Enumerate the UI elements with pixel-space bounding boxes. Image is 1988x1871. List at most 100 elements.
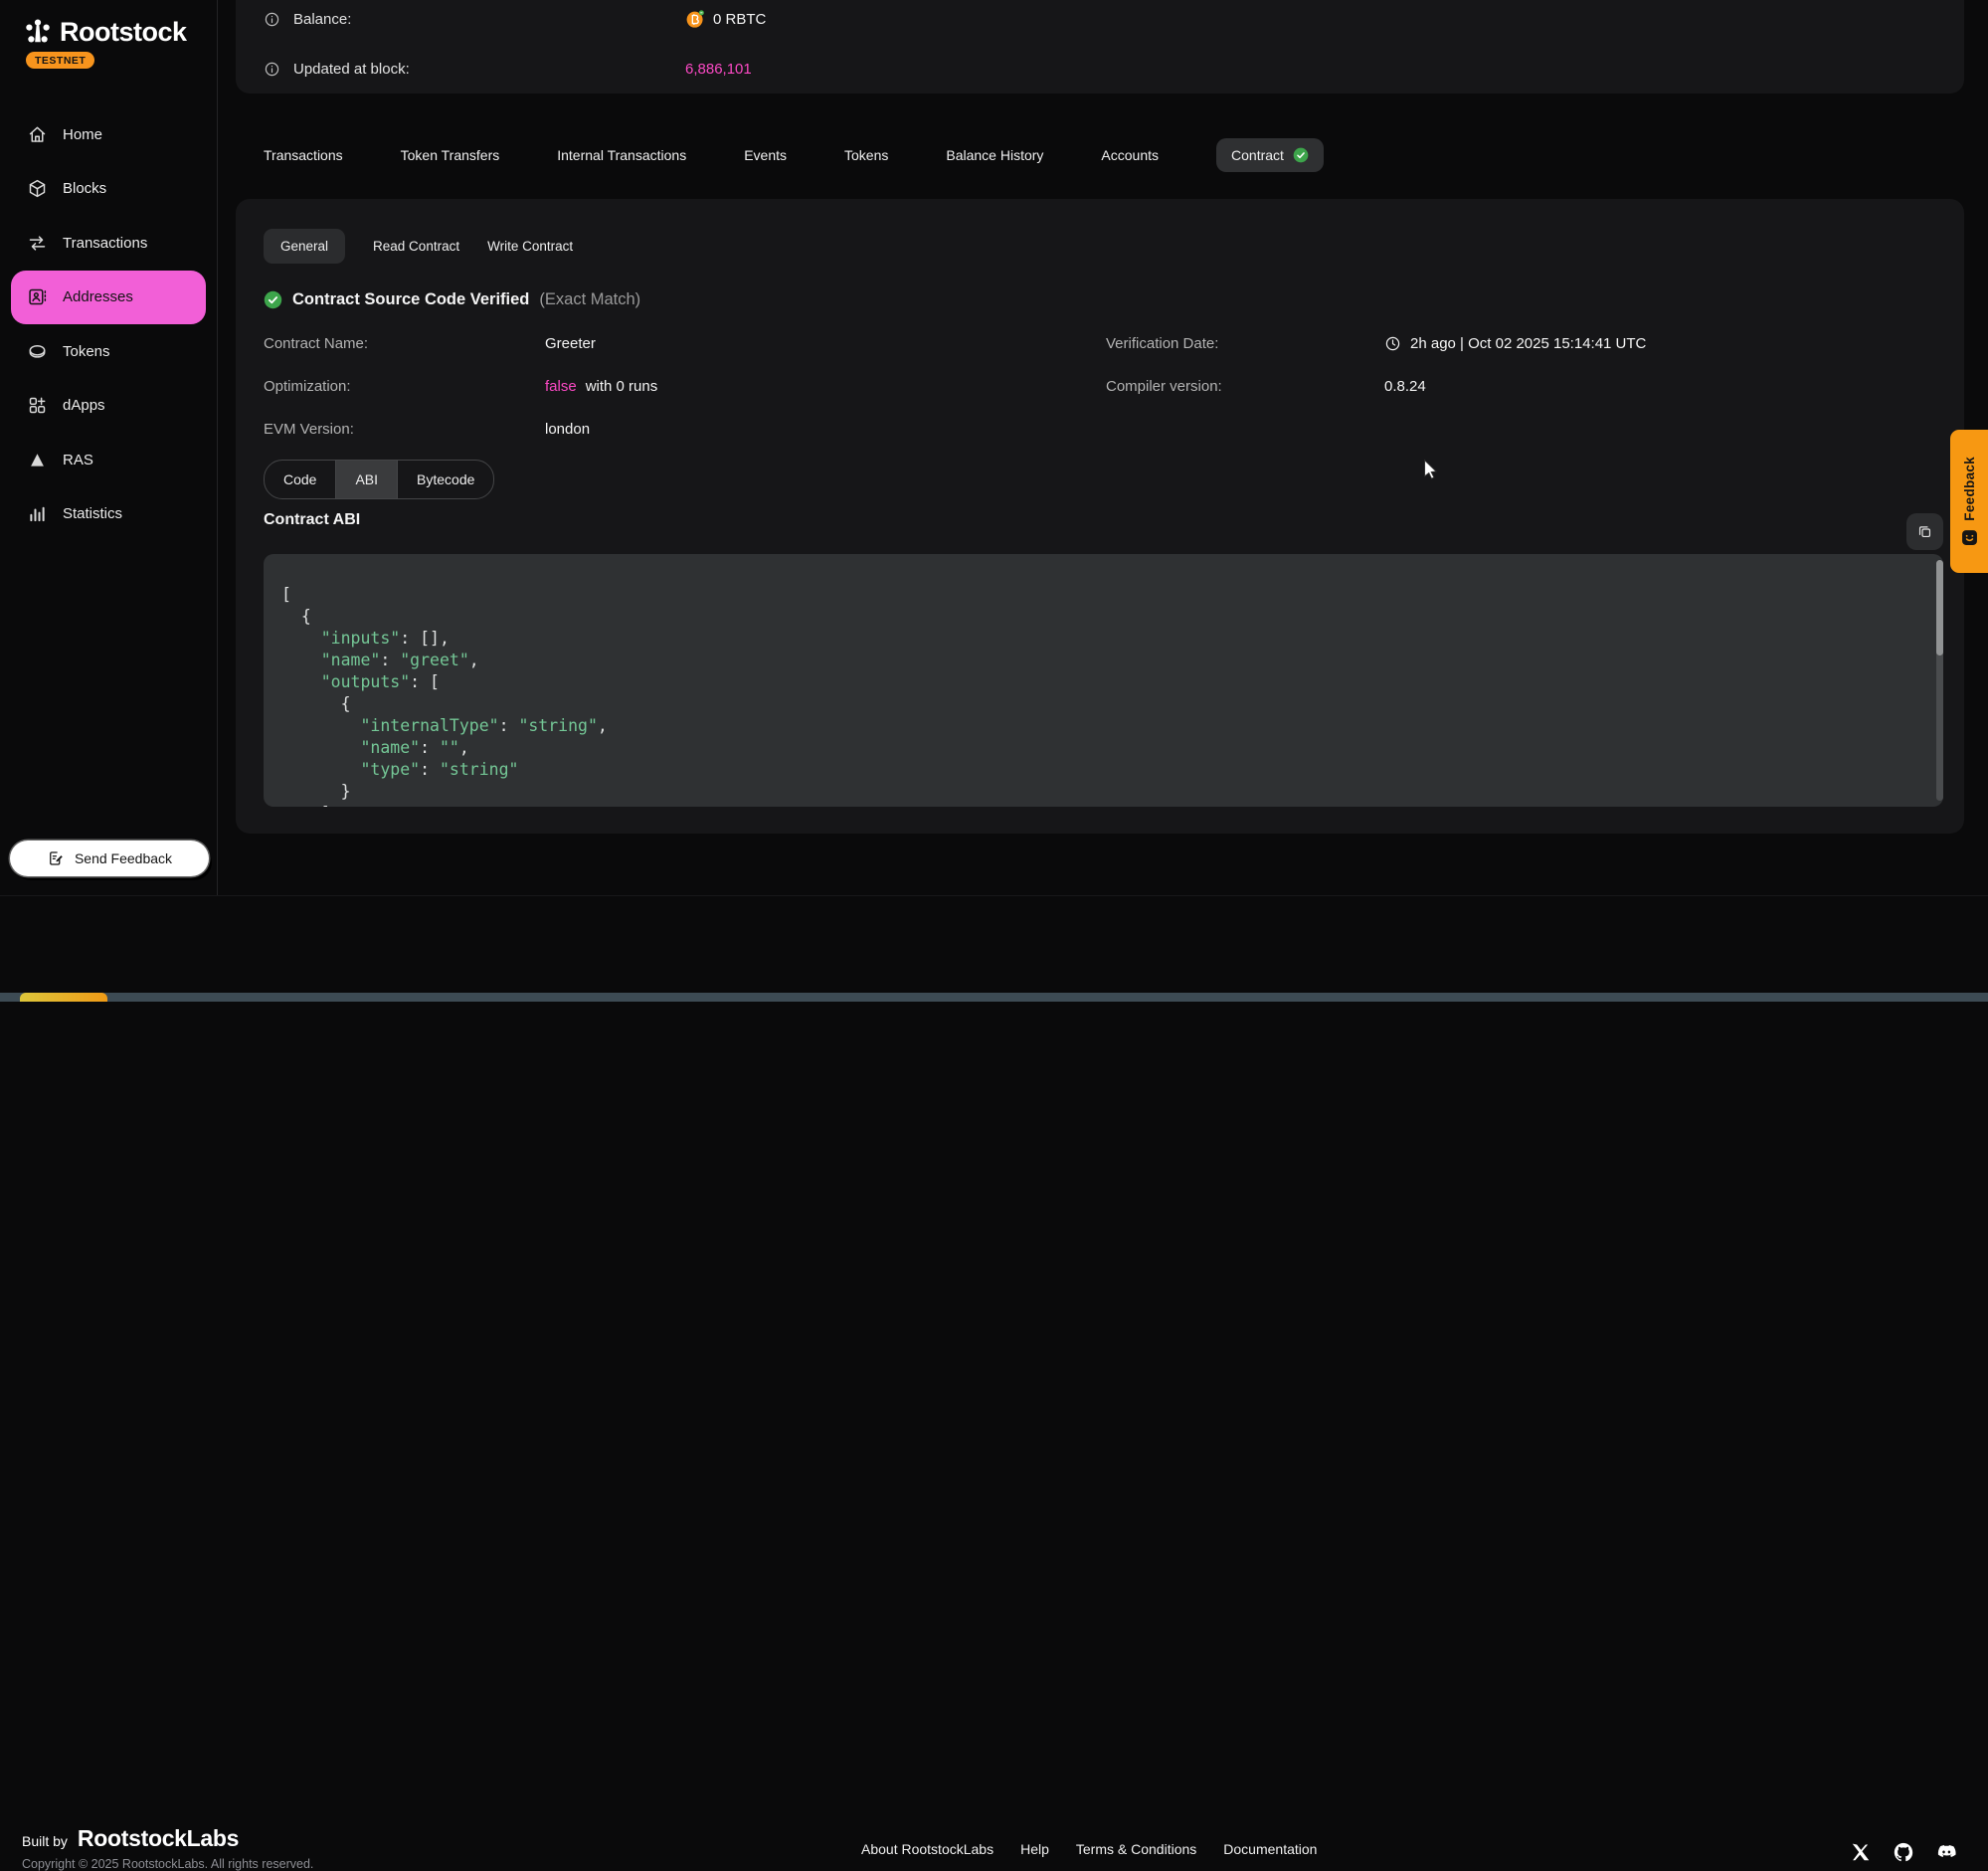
summary-value-text[interactable]: 6,886,101 [685,61,752,78]
rootstock-logo[interactable]: Rootstock [22,16,187,48]
tab-label: Token Transfers [401,147,500,163]
footer-link-about-rootstocklabs[interactable]: About RootstockLabs [861,1841,994,1857]
tab-label: Contract [1231,147,1284,163]
info-icon[interactable] [264,11,280,28]
code-line: "inputs": [], [281,628,1915,650]
sidebar-item-label: Addresses [63,288,133,305]
bottom-banner-accent [20,993,107,1002]
tab-internal-transactions[interactable]: Internal Transactions [557,147,686,163]
sidebar-item-label: Home [63,126,102,143]
summary-label: Balance: [293,11,351,28]
detail-label: Optimization: [264,378,545,395]
tab-accounts[interactable]: Accounts [1101,147,1159,163]
contract-subtabs: General Read Contract Write Contract [264,229,573,264]
x-icon[interactable] [1850,1841,1872,1863]
tab-events[interactable]: Events [744,147,787,163]
footer-links: About RootstockLabs Help Terms & Condition… [861,1841,1317,1857]
home-icon [27,124,48,145]
sidebar-item-label: Statistics [63,505,122,522]
sidebar-item-label: Tokens [63,343,110,360]
detail-value: false with 0 runs [545,378,657,395]
subtab-read-contract[interactable]: Read Contract [373,239,459,254]
rootstock-logo-icon [22,16,54,48]
sidebar-item-ras[interactable]: RAS [0,433,217,487]
code-scrollbar[interactable] [1936,560,1943,801]
detail-value: london [545,421,590,438]
sidebar-item-tokens[interactable]: Tokens [0,324,217,379]
statistics-icon [27,503,48,524]
sidebar-item-label: dApps [63,397,105,414]
verified-check-icon [264,290,282,309]
detail-label: Verification Date: [1106,335,1384,352]
verified-title: Contract Source Code Verified [292,290,529,309]
rootstocklabs-link[interactable]: RootstockLabs [78,1825,239,1852]
footer-link-documentation[interactable]: Documentation [1223,1841,1317,1857]
footer-link-terms-conditions[interactable]: Terms & Conditions [1076,1841,1196,1857]
discord-icon[interactable] [1935,1841,1957,1863]
footer-link-help[interactable]: Help [1020,1841,1049,1857]
dapps-icon [27,395,48,416]
addresses-icon [27,286,48,307]
code-line: "name": "greet", [281,650,1915,671]
summary-value: 6,886,101 [685,61,752,78]
tab-label: Balance History [946,147,1043,163]
feedback-tab-label: Feedback [1962,457,1977,521]
feedback-form-icon [47,849,65,867]
summary-row: Balance: 0 RBTC [264,8,1936,30]
sidebar-item-blocks[interactable]: Blocks [0,162,217,217]
github-icon[interactable] [1893,1841,1914,1863]
code-line: "internalType": "string", [281,715,1915,737]
tokens-icon [27,341,48,362]
summary-label-wrap: Updated at block: [264,61,685,78]
tab-label: Tokens [844,147,888,163]
contract-abi-code[interactable]: [ { "inputs": [], "name": "greet", "outp… [264,554,1943,807]
built-by-label: Built by [22,1833,68,1849]
footer: Built by RootstockLabs Copyright © 2025 … [0,895,1988,996]
sidebar-item-statistics[interactable]: Statistics [0,487,217,542]
tab-balance-history[interactable]: Balance History [946,147,1043,163]
toggle-code[interactable]: Code [265,461,336,498]
code-line: { [281,606,1915,628]
sidebar-item-dapps[interactable]: dApps [0,379,217,434]
transactions-icon [27,233,48,254]
feedback-side-tab[interactable]: Feedback [1950,430,1988,573]
check-icon [1293,147,1309,163]
tab-transactions[interactable]: Transactions [264,147,343,163]
sidebar: Rootstock TESTNET HomeBlocksTransactions… [0,0,218,895]
toggle-bytecode[interactable]: Bytecode [398,461,493,498]
code-scrollbar-thumb[interactable] [1936,560,1943,655]
tab-tokens[interactable]: Tokens [844,147,888,163]
abi-heading: Contract ABI [264,511,360,529]
contract-details: Contract Name:GreeterOptimization:false … [264,322,1944,451]
detail-row: Optimization:false with 0 runs [264,365,1106,408]
tab-label: Events [744,147,787,163]
summary-label-wrap: Balance: [264,11,685,28]
address-summary-card: Balance: 0 RBTC Updated at block:6,886,101 [236,0,1964,94]
summary-value-text: 0 RBTC [713,11,766,28]
contract-card: General Read Contract Write Contract Contr… [236,199,1964,834]
tab-label: Accounts [1101,147,1159,163]
sidebar-item-transactions[interactable]: Transactions [0,216,217,271]
detail-row: Contract Name:Greeter [264,322,1106,365]
tab-token-transfers[interactable]: Token Transfers [401,147,500,163]
subtab-general[interactable]: General [264,229,345,264]
rbtc-coin-icon [685,9,705,29]
tab-contract[interactable]: Contract [1216,138,1324,172]
copy-abi-button[interactable] [1906,513,1943,550]
code-line: "outputs": [ [281,671,1915,693]
sidebar-item-addresses[interactable]: Addresses [11,271,206,325]
copyright: Copyright © 2025 RootstockLabs. All righ… [22,1857,313,1871]
toggle-abi[interactable]: ABI [336,461,398,498]
copy-icon [1916,523,1933,540]
blocks-icon [27,178,48,199]
detail-label: Contract Name: [264,335,545,352]
social-icons [1850,1841,1957,1863]
info-icon[interactable] [264,61,280,78]
sidebar-item-home[interactable]: Home [0,107,217,162]
subtab-write-contract[interactable]: Write Contract [487,239,573,254]
code-line: } [281,781,1915,803]
detail-row: Verification Date:2h ago | Oct 02 2025 1… [1106,322,1944,365]
send-feedback-button[interactable]: Send Feedback [10,841,209,876]
tab-label: Internal Transactions [557,147,686,163]
sidebar-item-label: RAS [63,452,93,468]
